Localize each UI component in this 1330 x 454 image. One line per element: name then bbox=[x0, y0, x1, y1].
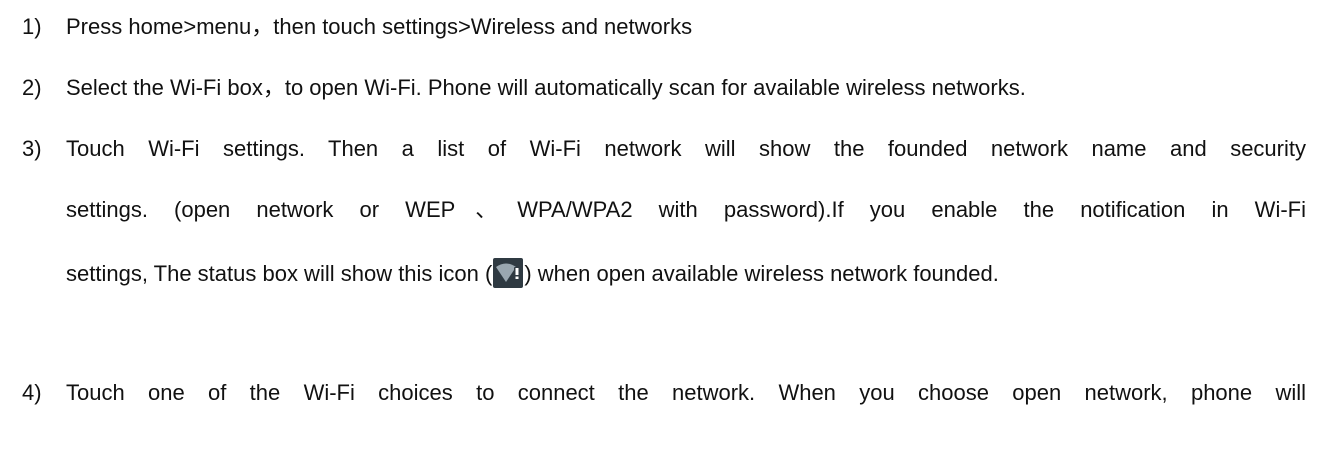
step-text: Select the Wi-Fi box，to open Wi-Fi. Phon… bbox=[66, 75, 1026, 100]
step-text-after-icon: ) when open available wireless network f… bbox=[524, 261, 999, 286]
step-text-line-3: settings, The status box will show this … bbox=[66, 258, 999, 288]
step-text-line-1: Touch Wi-Fi settings. Then a list of Wi-… bbox=[66, 136, 1306, 161]
step-number: 1) bbox=[22, 14, 42, 39]
step-text-line-2: settings. (open network or WEP、WPA/WPA2 … bbox=[66, 197, 1306, 222]
wifi-notification-icon bbox=[493, 258, 524, 288]
step-text: Press home>menu，then touch settings>Wire… bbox=[66, 14, 693, 39]
document-page: 1) Press home>menu，then touch settings>W… bbox=[0, 0, 1330, 454]
step-number: 3) bbox=[22, 136, 42, 161]
step-number: 4) bbox=[22, 380, 42, 405]
step-text: Touch one of the Wi-Fi choices to connec… bbox=[66, 380, 1306, 405]
step-number: 2) bbox=[22, 75, 42, 100]
step-text-before-icon: settings, The status box will show this … bbox=[66, 261, 493, 286]
